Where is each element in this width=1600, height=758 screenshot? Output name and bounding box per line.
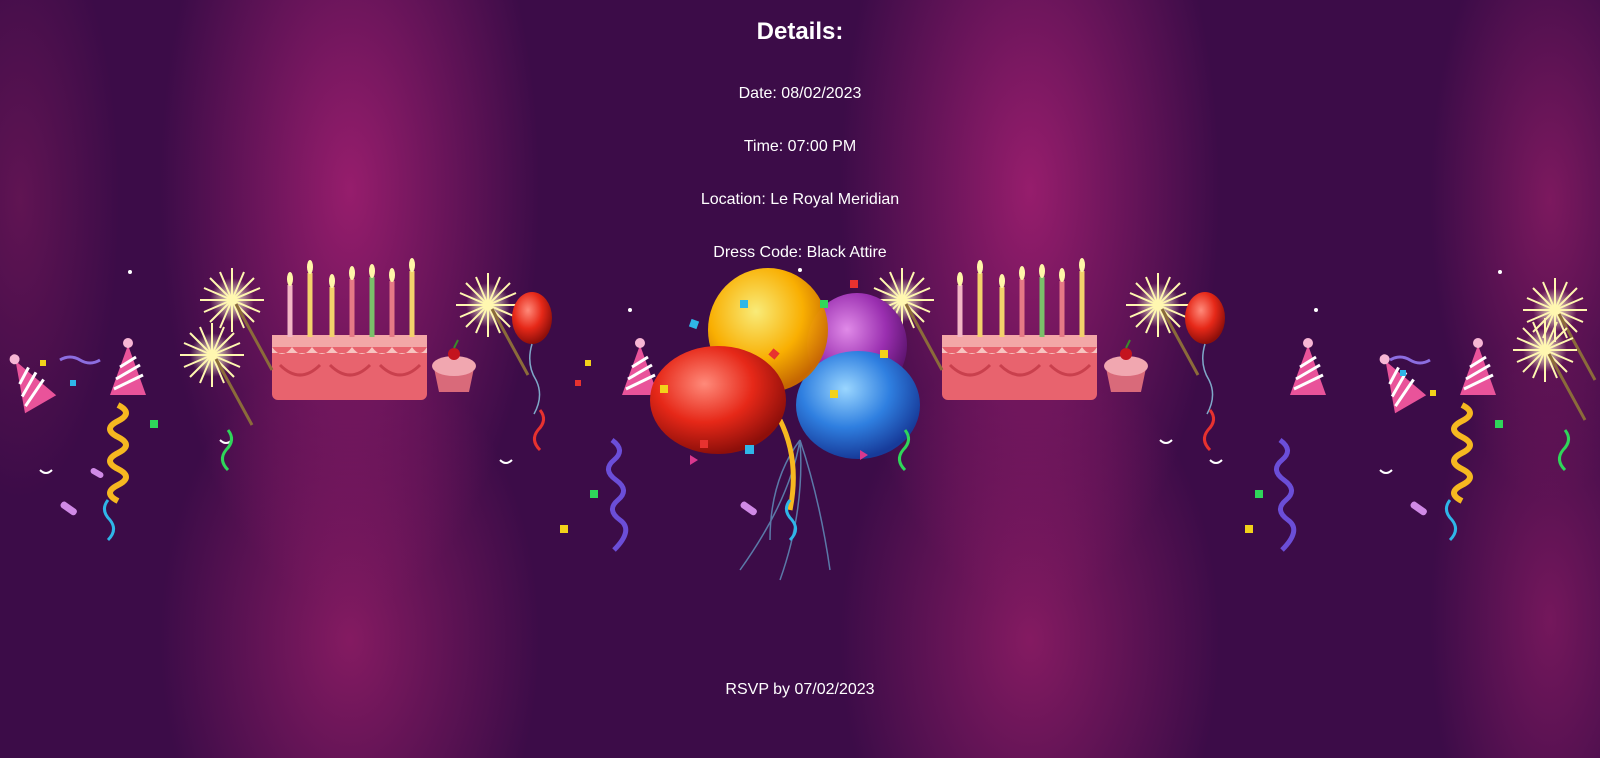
event-location: Location: Le Royal Meridian bbox=[700, 191, 900, 208]
event-date: Date: 08/02/2023 bbox=[738, 85, 862, 102]
party-banner-decoration bbox=[0, 0, 1597, 581]
balloon-bunch-icon bbox=[650, 268, 920, 581]
rsvp-deadline: RSVP by 07/02/2023 bbox=[725, 681, 875, 698]
event-time: Time: 07:00 PM bbox=[743, 138, 857, 155]
dress-code: Dress Code: Black Attire bbox=[713, 244, 887, 261]
details-heading: Details: bbox=[756, 18, 844, 45]
